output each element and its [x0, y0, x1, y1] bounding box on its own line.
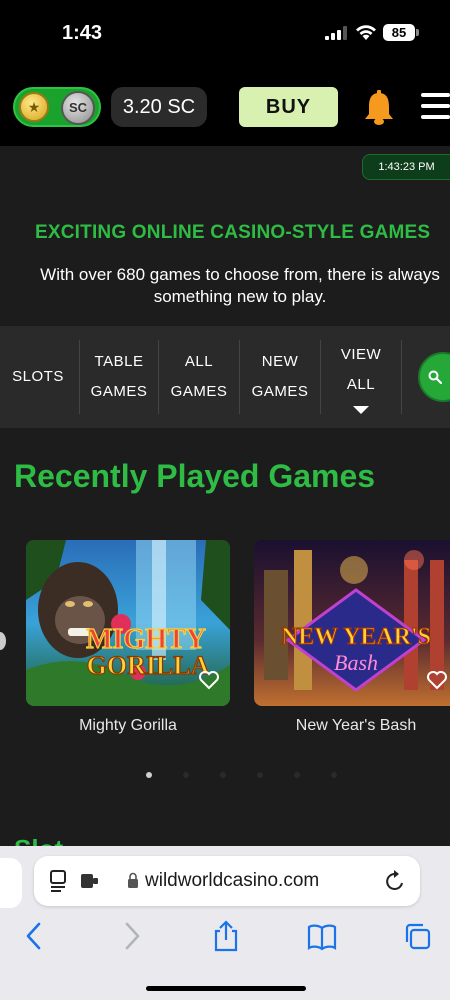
address-bar[interactable]: wildworldcasino.com — [34, 856, 420, 906]
coin-type-toggle[interactable]: ★ SC — [13, 87, 101, 127]
coin-balance[interactable]: 3.20 SC — [111, 87, 207, 127]
cellular-signal-icon — [325, 26, 347, 40]
new-years-bash-art-line2: Bash — [334, 650, 378, 675]
back-icon[interactable] — [20, 920, 50, 952]
heart-icon[interactable] — [198, 670, 220, 690]
search-icon — [428, 370, 442, 384]
mighty-gorilla-art-line2: GORILLA — [87, 651, 210, 680]
clock-badge: 1:43:23 PM — [362, 154, 450, 180]
sc-coin-icon: SC — [61, 91, 95, 125]
home-indicator — [146, 986, 306, 991]
divider — [239, 340, 240, 414]
category-slots[interactable]: SLOTS — [8, 326, 68, 428]
category-bar: SLOTS TABLE GAMES ALL GAMES NEW GAMES VI… — [0, 326, 450, 428]
bookmarks-icon[interactable] — [307, 920, 337, 952]
browser-toolbar: wildworldcasino.com — [0, 846, 450, 1000]
next-section-title: Slot — [14, 834, 63, 846]
pager-dot[interactable] — [220, 772, 226, 778]
divider — [320, 340, 321, 414]
reload-icon[interactable] — [384, 869, 406, 893]
category-all-games[interactable]: ALL GAMES — [166, 326, 232, 428]
status-bar: 1:43 85 — [0, 0, 450, 68]
pager-dot[interactable] — [146, 772, 152, 778]
hero-headline: EXCITING ONLINE CASINO-STYLE GAMES — [35, 222, 431, 243]
category-table-games[interactable]: TABLE GAMES — [86, 326, 152, 428]
search-button[interactable] — [418, 352, 450, 402]
lock-icon — [128, 872, 138, 888]
previous-tab-peek[interactable] — [0, 858, 22, 908]
url-text: wildworldcasino.com — [145, 870, 320, 891]
bell-icon[interactable] — [362, 90, 396, 126]
forward-icon[interactable] — [116, 920, 146, 952]
browser-nav-row — [0, 920, 450, 954]
new-years-bash-art-line1: NEW YEAR'S — [281, 624, 431, 650]
category-table-line2: GAMES — [90, 383, 148, 400]
carousel-pager — [140, 772, 340, 780]
divider — [401, 340, 402, 414]
extension-icon[interactable] — [80, 872, 100, 890]
battery-indicator: 85 — [383, 24, 419, 41]
game-name-mighty-gorilla[interactable]: Mighty Gorilla — [26, 717, 230, 735]
divider — [158, 340, 159, 414]
category-table-line1: TABLE — [94, 353, 144, 370]
main-content: 1:43:23 PM EXCITING ONLINE CASINO-STYLE … — [0, 146, 450, 846]
category-new-games[interactable]: NEW GAMES — [247, 326, 313, 428]
category-new-line2: GAMES — [251, 383, 309, 400]
recently-played-title: Recently Played Games — [14, 458, 376, 494]
status-time: 1:43 — [62, 22, 103, 44]
hamburger-menu-icon[interactable] — [421, 93, 450, 123]
category-new-line1: NEW — [261, 353, 299, 370]
buy-button[interactable]: BUY — [239, 87, 338, 127]
star-coin-icon: ★ — [19, 92, 49, 122]
carousel-prev-handle[interactable] — [0, 632, 6, 650]
divider — [79, 340, 80, 414]
caret-down-icon — [353, 406, 369, 414]
pager-dot[interactable] — [183, 772, 189, 778]
game-card-mighty-gorilla[interactable]: MIGHTY GORILLA — [26, 540, 230, 706]
category-view-line2: ALL — [346, 376, 376, 393]
new-years-bash-thumbnail: NEW YEAR'S Bash — [254, 540, 450, 706]
category-all-line1: ALL — [184, 353, 214, 370]
hero-subtext: With over 680 games to choose from, ther… — [40, 265, 440, 306]
category-slots-label: SLOTS — [12, 368, 64, 385]
game-card-new-years-bash[interactable]: NEW YEAR'S Bash — [254, 540, 450, 706]
app-header: ★ SC 3.20 SC BUY — [0, 68, 450, 146]
pager-dot[interactable] — [257, 772, 263, 778]
tabs-icon[interactable] — [403, 920, 433, 952]
wifi-icon — [356, 25, 376, 40]
category-all-line2: GAMES — [170, 383, 228, 400]
game-name-new-years-bash[interactable]: New Year's Bash — [254, 717, 450, 735]
category-view-all[interactable]: VIEW ALL — [328, 326, 394, 428]
pager-dot[interactable] — [294, 772, 300, 778]
pager-dot[interactable] — [331, 772, 337, 778]
share-icon[interactable] — [211, 920, 241, 952]
heart-icon[interactable] — [426, 670, 448, 690]
category-view-line1: VIEW — [340, 346, 382, 363]
page-menu-icon[interactable] — [50, 870, 70, 892]
